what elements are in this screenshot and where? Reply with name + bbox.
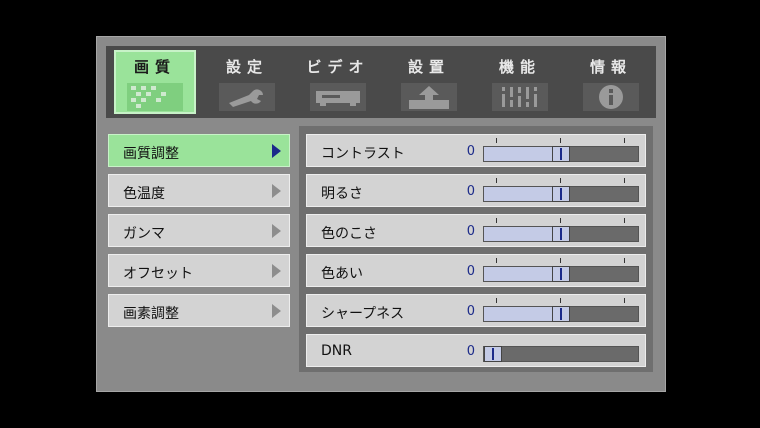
- slider-ticks: [484, 258, 644, 264]
- settings-panel: コントラスト 0 明るさ 0 色のこさ 0 色あい 0 シャープネス 0 DNR…: [299, 126, 653, 372]
- sidebar-item-picture-adjust[interactable]: 画質調整: [108, 134, 290, 167]
- tab-label: 機能: [498, 58, 541, 76]
- dnr-slider[interactable]: [483, 346, 639, 362]
- osd-menu: 画質 設定 ビデオ 設置 機能 情報 画質調整 色温度 ガンマ オフセット 画素…: [96, 36, 666, 392]
- info-icon: [583, 83, 639, 111]
- setting-row-contrast[interactable]: コントラスト 0: [306, 134, 646, 167]
- sidebar-item-offset[interactable]: オフセット: [108, 254, 290, 287]
- setting-label: 色のこさ: [321, 226, 377, 242]
- setting-row-dnr[interactable]: DNR 0: [306, 334, 646, 367]
- setting-value: 0: [466, 224, 475, 239]
- arrow-right-icon: [272, 224, 281, 238]
- setting-value: 0: [466, 264, 475, 279]
- setting-label: 明るさ: [321, 186, 363, 202]
- tint-slider[interactable]: [483, 266, 639, 282]
- tab-information[interactable]: 情報: [570, 50, 652, 114]
- sharpness-slider[interactable]: [483, 306, 639, 322]
- setting-label: DNR: [321, 343, 352, 359]
- slider-ticks: [484, 178, 644, 184]
- tab-label: 設置: [407, 58, 450, 76]
- setting-value: 0: [466, 344, 475, 359]
- setting-row-color-depth[interactable]: 色のこさ 0: [306, 214, 646, 247]
- tab-label: 画質: [133, 58, 176, 76]
- slider-handle[interactable]: [552, 146, 570, 162]
- tab-label: ビデオ: [306, 58, 370, 76]
- arrow-right-icon: [272, 264, 281, 278]
- install-arrow-icon: [401, 83, 457, 111]
- tab-label: 情報: [589, 58, 632, 76]
- video-player-icon: [310, 83, 366, 111]
- slider-fill: [484, 147, 554, 161]
- tab-installation[interactable]: 設置: [388, 50, 470, 114]
- sidebar-item-color-temperature[interactable]: 色温度: [108, 174, 290, 207]
- sidebar-item-label: 画素調整: [123, 306, 179, 322]
- slider-handle[interactable]: [552, 226, 570, 242]
- tab-video[interactable]: ビデオ: [297, 50, 379, 114]
- tab-label: 設定: [225, 58, 268, 76]
- arrow-right-icon: [272, 304, 281, 318]
- setting-label: 色あい: [321, 266, 363, 282]
- sidebar-item-label: ガンマ: [123, 226, 165, 242]
- arrow-right-icon: [272, 144, 281, 158]
- color-depth-slider[interactable]: [483, 226, 639, 242]
- setting-value: 0: [466, 304, 475, 319]
- wrench-icon: [219, 83, 275, 111]
- setting-label: コントラスト: [321, 146, 405, 162]
- slider-ticks: [484, 218, 644, 224]
- arrow-right-icon: [272, 184, 281, 198]
- tab-functions[interactable]: 機能: [479, 50, 561, 114]
- picture-quality-icon: [127, 83, 183, 111]
- sidebar-item-label: オフセット: [123, 266, 193, 282]
- setting-value: 0: [466, 144, 475, 159]
- contrast-slider[interactable]: [483, 146, 639, 162]
- slider-handle[interactable]: [552, 266, 570, 282]
- brightness-slider[interactable]: [483, 186, 639, 202]
- slider-handle[interactable]: [484, 346, 502, 362]
- tab-picture[interactable]: 画質: [114, 50, 196, 114]
- setting-row-sharpness[interactable]: シャープネス 0: [306, 294, 646, 327]
- setting-value: 0: [466, 184, 475, 199]
- slider-ticks: [484, 298, 644, 304]
- setting-row-tint[interactable]: 色あい 0: [306, 254, 646, 287]
- slider-fill: [484, 227, 554, 241]
- sidebar-item-label: 色温度: [123, 186, 165, 202]
- slider-ticks: [484, 138, 644, 144]
- slider-fill: [484, 267, 554, 281]
- top-tab-bar: 画質 設定 ビデオ 設置 機能 情報: [106, 46, 656, 118]
- setting-row-brightness[interactable]: 明るさ 0: [306, 174, 646, 207]
- setting-label: シャープネス: [321, 306, 405, 322]
- slider-handle[interactable]: [552, 186, 570, 202]
- slider-handle[interactable]: [552, 306, 570, 322]
- slider-fill: [484, 307, 554, 321]
- sidebar-item-label: 画質調整: [123, 146, 179, 162]
- sidebar-item-pixel-adjust[interactable]: 画素調整: [108, 294, 290, 327]
- sidebar-item-gamma[interactable]: ガンマ: [108, 214, 290, 247]
- tab-settings[interactable]: 設定: [206, 50, 288, 114]
- slider-fill: [484, 187, 554, 201]
- functions-icon: [492, 83, 548, 111]
